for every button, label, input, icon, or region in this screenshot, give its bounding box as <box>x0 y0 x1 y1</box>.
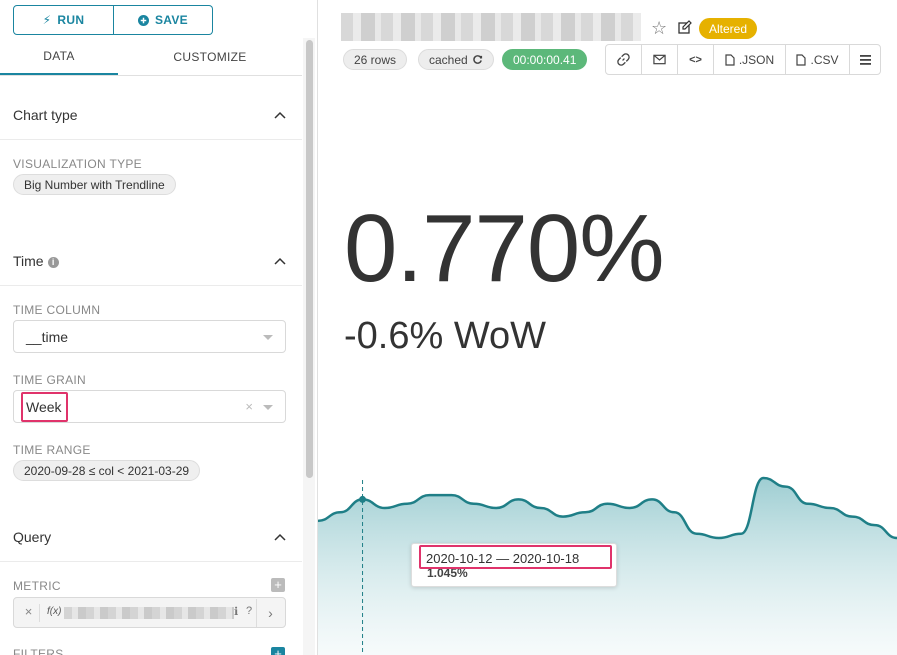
time-grain-label: TIME GRAIN <box>13 373 87 387</box>
csv-label: .CSV <box>810 52 839 67</box>
divider <box>0 285 302 286</box>
redacted-metric <box>64 607 234 619</box>
star-icon[interactable]: ☆ <box>651 19 667 37</box>
time-range-label: TIME RANGE <box>13 443 91 457</box>
explore-view: ⚡ RUN SAVE DATA CUSTOMIZE Chart type VIS… <box>0 0 897 655</box>
add-filter-icon[interactable]: + <box>271 647 285 655</box>
link-icon <box>617 53 630 66</box>
file-icon <box>725 53 735 66</box>
query-timer: 00:00:00.41 <box>502 49 588 70</box>
action-buttons: ⚡ RUN SAVE <box>13 5 213 35</box>
filters-label: FILTERS <box>13 647 64 655</box>
clear-icon[interactable]: × <box>245 399 253 414</box>
info-icon[interactable]: i <box>47 257 59 268</box>
add-metric-icon[interactable]: + <box>271 578 285 592</box>
viz-type-pill[interactable]: Big Number with Trendline <box>13 174 176 195</box>
time-title-text: Time <box>13 253 44 269</box>
section-title-time[interactable]: Time i <box>13 253 59 269</box>
time-range-pill[interactable]: 2020-09-28 ≤ col < 2021-03-29 <box>13 460 201 481</box>
big-number-subheader: -0.6% WoW <box>344 315 547 357</box>
refresh-icon[interactable] <box>472 54 483 65</box>
metric-item[interactable]: × f(x) ℹ ? › <box>13 597 286 628</box>
chevron-up-icon[interactable] <box>274 111 286 119</box>
email-button[interactable] <box>642 45 678 74</box>
export-csv-button[interactable]: .CSV <box>786 45 850 74</box>
viz-type-label: VISUALIZATION TYPE <box>13 157 142 171</box>
big-number-value: 0.770% <box>344 195 665 302</box>
divider <box>0 139 302 140</box>
chevron-up-icon[interactable] <box>274 257 286 265</box>
help-icon[interactable]: ? <box>246 605 252 617</box>
run-label: RUN <box>57 13 85 27</box>
cached-label: cached <box>429 52 468 67</box>
file-icon <box>796 53 807 66</box>
more-menu-button[interactable] <box>850 45 880 74</box>
scrollbar-thumb[interactable] <box>306 40 313 478</box>
hamburger-icon <box>859 54 871 65</box>
info-icon[interactable]: ℹ <box>234 605 238 618</box>
hover-point <box>359 495 367 503</box>
save-label: SAVE <box>155 13 188 27</box>
remove-icon[interactable]: × <box>18 604 40 622</box>
metric-label: METRIC <box>13 579 61 593</box>
time-column-label: TIME COLUMN <box>13 303 101 317</box>
export-json-button[interactable]: .JSON <box>714 45 786 74</box>
altered-badge[interactable]: Altered <box>699 18 758 39</box>
save-button[interactable]: SAVE <box>114 5 213 35</box>
cached-badge[interactable]: cached <box>418 49 494 70</box>
time-column-value: __time <box>26 329 69 345</box>
row-count-badge: 26 rows <box>343 49 408 70</box>
tab-data[interactable]: DATA <box>0 38 118 75</box>
divider <box>0 561 302 562</box>
caret-down-icon <box>263 335 273 340</box>
plus-circle-icon <box>138 14 149 26</box>
function-icon: f(x) <box>47 606 62 617</box>
highlight-box <box>21 392 68 422</box>
bolt-icon: ⚡ <box>42 13 52 27</box>
panel-tabs: DATA CUSTOMIZE <box>0 38 302 76</box>
redacted-chart-title[interactable] <box>341 13 641 41</box>
run-button[interactable]: ⚡ RUN <box>13 5 114 35</box>
caret-down-icon <box>263 405 273 410</box>
envelope-icon <box>653 54 666 65</box>
chevron-right-icon[interactable]: › <box>256 599 284 627</box>
tab-customize[interactable]: CUSTOMIZE <box>118 38 302 75</box>
json-label: .JSON <box>738 52 775 67</box>
export-toolbar: <> .JSON .CSV <box>605 44 881 75</box>
section-title-query[interactable]: Query <box>13 529 51 545</box>
control-panel: ⚡ RUN SAVE DATA CUSTOMIZE Chart type VIS… <box>0 0 318 655</box>
highlight-box <box>419 545 612 569</box>
chart-area: ☆ Altered 26 rows cached 00:00:00.41 <> … <box>318 0 897 655</box>
code-icon: <> <box>689 53 702 66</box>
section-title-chart-type[interactable]: Chart type <box>13 107 78 123</box>
chevron-up-icon[interactable] <box>274 533 286 541</box>
edit-icon[interactable] <box>678 20 692 34</box>
time-column-select[interactable]: __time <box>13 320 286 353</box>
embed-code-button[interactable]: <> <box>678 45 714 74</box>
link-button[interactable] <box>606 45 642 74</box>
